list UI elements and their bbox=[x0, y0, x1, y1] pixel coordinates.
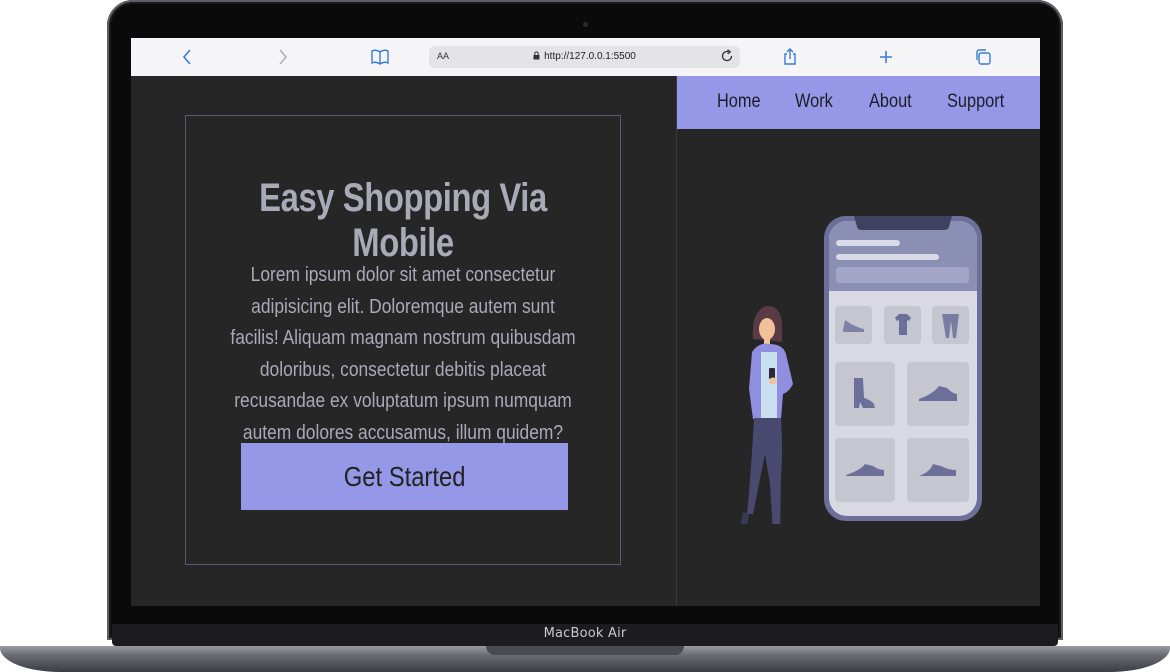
url-text: http://127.0.0.1:5500 bbox=[544, 51, 636, 62]
lock-icon bbox=[533, 51, 540, 63]
phone-mockup bbox=[824, 216, 982, 521]
laptop-notch bbox=[486, 646, 684, 655]
get-started-button[interactable]: Get Started bbox=[241, 443, 568, 510]
get-started-label: Get Started bbox=[343, 460, 466, 492]
back-icon[interactable] bbox=[177, 47, 197, 67]
hero-title: Easy Shopping Via Mobile bbox=[259, 176, 547, 265]
hero-section: Easy Shopping Via Mobile Lorem ipsum dol… bbox=[131, 76, 676, 606]
shopping-illustration bbox=[741, 216, 982, 524]
panel-divider bbox=[676, 76, 677, 606]
nav-item-work[interactable]: Work bbox=[795, 91, 833, 113]
plus-icon[interactable] bbox=[876, 47, 896, 67]
hero-card: Easy Shopping Via Mobile Lorem ipsum dol… bbox=[185, 115, 621, 565]
address-bar[interactable]: AA http://127.0.0.1:5500 bbox=[429, 46, 740, 68]
device-brand-label: MacBook Air bbox=[543, 626, 627, 641]
reload-icon[interactable] bbox=[720, 49, 734, 68]
book-icon[interactable] bbox=[370, 47, 390, 67]
share-icon[interactable] bbox=[780, 47, 800, 67]
browser-screen: AA http://127.0.0.1:5500 Easy Shopping V… bbox=[131, 38, 1040, 606]
camera-dot bbox=[583, 22, 588, 27]
forward-icon[interactable] bbox=[273, 47, 293, 67]
nav-item-support[interactable]: Support bbox=[947, 91, 1004, 113]
woman-figure bbox=[741, 306, 793, 524]
top-nav: Home Work About Support bbox=[677, 76, 1040, 129]
nav-item-about[interactable]: About bbox=[869, 91, 912, 113]
browser-toolbar: AA http://127.0.0.1:5500 bbox=[131, 38, 1040, 77]
nav-item-home[interactable]: Home bbox=[717, 91, 761, 113]
hero-description: Lorem ipsum dolor sit amet consectetur a… bbox=[230, 264, 576, 444]
tabs-icon[interactable] bbox=[973, 47, 993, 67]
